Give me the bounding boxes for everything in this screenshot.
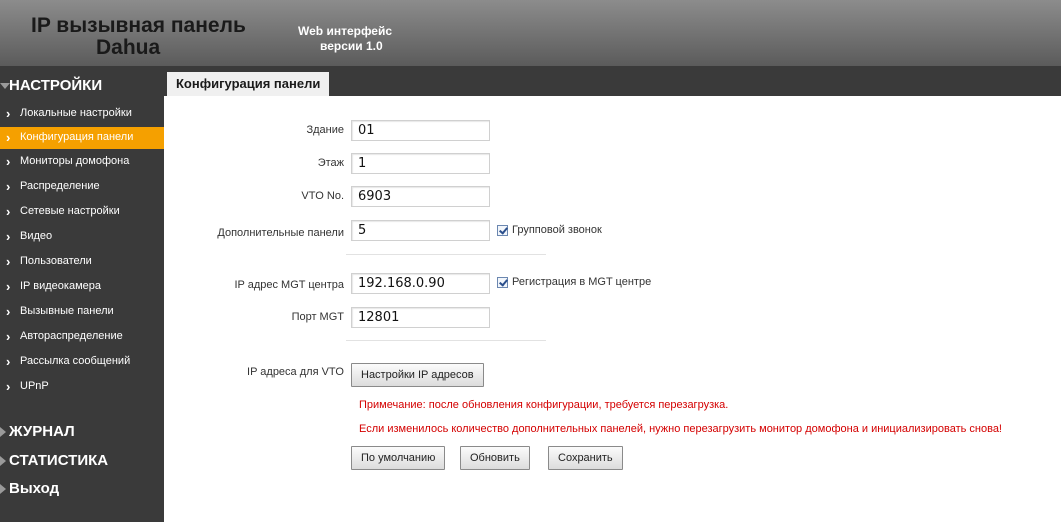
sidebar-item-users[interactable]: › Пользователи — [0, 251, 164, 273]
app-header: IP вызывная панель Dahua Web интерфейс в… — [0, 0, 1061, 66]
sidebar-item-panel-config[interactable]: › Конфигурация панели — [0, 127, 164, 149]
note-reboot: Примечание: после обновления конфигураци… — [359, 399, 729, 411]
chevron-right-icon: › — [6, 229, 11, 244]
sidebar-item-label: Распределение — [20, 180, 100, 192]
app-title-line1: IP вызывная панель — [31, 14, 246, 37]
building-input[interactable] — [351, 120, 490, 141]
save-button[interactable]: Сохранить — [548, 446, 623, 470]
floor-label: Этаж — [317, 157, 344, 169]
default-button[interactable]: По умолчанию — [351, 446, 446, 470]
triangle-right-icon — [0, 456, 6, 466]
triangle-right-icon — [0, 484, 6, 494]
vto-no-label: VTO No. — [301, 190, 344, 202]
chevron-right-icon: › — [6, 179, 11, 194]
sidebar-section-journal[interactable]: ЖУРНАЛ — [0, 421, 164, 445]
refresh-button[interactable]: Обновить — [460, 446, 530, 470]
extra-panels-label: Дополнительные панели — [217, 227, 344, 239]
sidebar-item-message-broadcast[interactable]: › Рассылка сообщений — [0, 351, 164, 373]
tab-panel-config[interactable]: Конфигурация панели — [167, 72, 330, 96]
triangle-right-icon — [0, 427, 6, 437]
main-content: Здание Этаж VTO No. Дополнительные панел… — [164, 96, 1061, 522]
note-reinit: Если изменилось количество дополнительны… — [359, 423, 1002, 435]
app-subtitle-line2: версии 1.0 — [320, 39, 383, 53]
mgt-ip-input[interactable] — [351, 273, 490, 294]
sidebar-item-ip-camera[interactable]: › IP видеокамера — [0, 276, 164, 298]
sidebar-item-label: Рассылка сообщений — [20, 355, 131, 367]
sidebar-item-label: Сетевые настройки — [20, 205, 120, 217]
sidebar-item-label: Локальные настройки — [20, 107, 132, 119]
sidebar-item-label: Вызывные панели — [20, 305, 114, 317]
chevron-right-icon: › — [6, 254, 11, 269]
chevron-right-icon: › — [6, 204, 11, 219]
sidebar-item-intercom-monitors[interactable]: › Мониторы домофона — [0, 151, 164, 173]
sidebar-section-stats[interactable]: СТАТИСТИКА — [0, 450, 164, 474]
section-divider — [346, 340, 546, 341]
tab-bar: Конфигурация панели — [164, 66, 1061, 96]
sidebar-item-network-settings[interactable]: › Сетевые настройки — [0, 201, 164, 223]
app-title-line2: Dahua — [96, 36, 161, 59]
sidebar-item-label: IP видеокамера — [20, 280, 101, 292]
mgt-register-label: Регистрация в MGT центре — [512, 276, 652, 288]
sidebar-item-label: Конфигурация панели — [20, 131, 134, 143]
sidebar-item-distribution[interactable]: › Распределение — [0, 176, 164, 198]
sidebar-item-label: Мониторы домофона — [20, 155, 130, 167]
sidebar-item-label: Автораспределение — [20, 330, 123, 342]
sidebar-item-label: Пользователи — [20, 255, 92, 267]
mgt-register-checkbox[interactable] — [497, 277, 508, 288]
sidebar-item-label: Видео — [20, 230, 53, 242]
building-label: Здание — [306, 124, 344, 136]
mgt-port-input[interactable] — [351, 307, 490, 328]
sidebar-section-label: ЖУРНАЛ — [9, 423, 75, 440]
group-call-checkbox[interactable] — [497, 225, 508, 236]
sidebar-item-auto-distribution[interactable]: › Автораспределение — [0, 326, 164, 348]
chevron-right-icon: › — [6, 130, 11, 145]
sidebar: НАСТРОЙКИ › Локальные настройки › Конфиг… — [0, 66, 164, 522]
ip-settings-button[interactable]: Настройки IP адресов — [351, 363, 484, 387]
chevron-right-icon: › — [6, 329, 11, 344]
sidebar-item-call-panels[interactable]: › Вызывные панели — [0, 301, 164, 323]
section-divider — [346, 254, 546, 255]
chevron-right-icon: › — [6, 354, 11, 369]
vto-no-input[interactable] — [351, 186, 490, 207]
sidebar-item-upnp[interactable]: › UPnP — [0, 376, 164, 398]
mgt-port-label: Порт MGT — [291, 311, 344, 323]
chevron-right-icon: › — [6, 279, 11, 294]
chevron-right-icon: › — [6, 106, 11, 121]
sidebar-item-local-settings[interactable]: › Локальные настройки — [0, 103, 164, 125]
extra-panels-input[interactable] — [351, 220, 490, 241]
vto-ips-label: IP адреса для VTO — [247, 366, 344, 378]
sidebar-section-settings[interactable]: НАСТРОЙКИ — [0, 75, 164, 99]
sidebar-item-label: UPnP — [20, 380, 49, 392]
app-subtitle-line1: Web интерфейс — [298, 24, 393, 38]
mgt-ip-label: IP адрес MGT центра — [234, 279, 344, 291]
chevron-right-icon: › — [6, 154, 11, 169]
sidebar-exit[interactable]: Выход — [0, 478, 164, 502]
group-call-label: Групповой звонок — [512, 224, 602, 236]
floor-input[interactable] — [351, 153, 490, 174]
sidebar-section-label: СТАТИСТИКА — [9, 452, 109, 469]
sidebar-exit-label: Выход — [9, 480, 60, 497]
chevron-right-icon: › — [6, 379, 11, 394]
sidebar-section-label: НАСТРОЙКИ — [9, 77, 103, 94]
chevron-right-icon: › — [6, 304, 11, 319]
sidebar-item-video[interactable]: › Видео — [0, 226, 164, 248]
